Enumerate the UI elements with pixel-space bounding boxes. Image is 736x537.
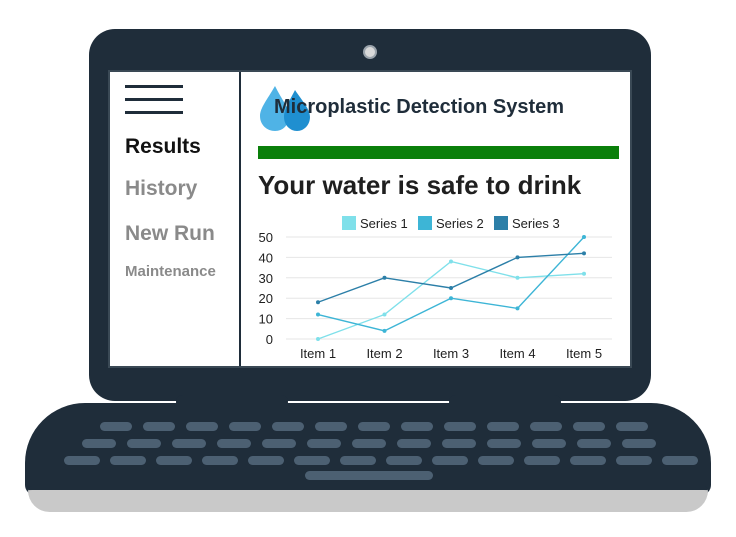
data-point bbox=[449, 296, 453, 301]
app-title: Microplastic Detection System bbox=[274, 96, 565, 118]
keyboard-key bbox=[202, 456, 238, 465]
x-tick-label: Item 5 bbox=[566, 346, 602, 361]
keyboard-key bbox=[217, 439, 251, 448]
x-tick-label: Item 1 bbox=[300, 346, 336, 361]
keyboard-key bbox=[397, 439, 431, 448]
data-point bbox=[582, 251, 586, 256]
keyboard-deck bbox=[25, 403, 711, 495]
webcam-icon bbox=[363, 45, 377, 59]
y-tick-label: 40 bbox=[259, 250, 273, 265]
data-point bbox=[316, 312, 320, 317]
data-point bbox=[515, 306, 520, 311]
keyboard-key bbox=[524, 456, 560, 465]
keyboard-key bbox=[229, 422, 261, 431]
y-tick-label: 10 bbox=[259, 312, 273, 327]
keyboard-key bbox=[172, 439, 206, 448]
y-tick-label: 20 bbox=[259, 291, 273, 306]
status-message: Your water is safe to drink bbox=[258, 170, 582, 200]
keyboard-key bbox=[100, 422, 132, 431]
sidebar-item-new-run[interactable]: New Run bbox=[125, 222, 215, 246]
legend-swatch bbox=[418, 216, 432, 230]
keyboard-key bbox=[577, 439, 611, 448]
series-line bbox=[317, 236, 585, 332]
keyboard-key bbox=[444, 422, 476, 431]
keyboard-key bbox=[294, 456, 330, 465]
keyboard-key bbox=[127, 439, 161, 448]
y-tick-label: 0 bbox=[266, 332, 273, 347]
legend-swatch bbox=[494, 216, 508, 230]
sidebar-item-maintenance[interactable]: Maintenance bbox=[125, 263, 216, 280]
data-point bbox=[515, 275, 520, 280]
results-line-chart: 50403020100 Item 1 Item 2 Item 3 Item 4 Item… bbox=[259, 216, 612, 361]
status-bar bbox=[258, 146, 619, 159]
keyboard-key bbox=[352, 439, 386, 448]
sidebar-item-history[interactable]: History bbox=[125, 177, 197, 201]
keyboard-key bbox=[340, 456, 376, 465]
keyboard-key bbox=[262, 439, 296, 448]
sidebar-item-results[interactable]: Results bbox=[125, 135, 201, 159]
keyboard-key bbox=[186, 422, 218, 431]
y-axis-ticks: 50 40 30 20 10 0 bbox=[259, 230, 273, 347]
x-tick-label: Item 4 bbox=[499, 346, 535, 361]
data-point bbox=[316, 337, 320, 341]
keyboard-key bbox=[432, 456, 468, 465]
keyboard-key bbox=[143, 422, 175, 431]
chart-legend: Series 1 Series 2 Series 3 bbox=[342, 216, 560, 231]
data-point bbox=[449, 259, 453, 264]
data-point bbox=[582, 235, 586, 239]
keyboard-key bbox=[358, 422, 390, 431]
keyboard-key bbox=[442, 439, 476, 448]
data-point bbox=[515, 255, 520, 260]
spacebar bbox=[305, 471, 433, 480]
data-point bbox=[382, 312, 387, 317]
keyboard-key bbox=[622, 439, 656, 448]
keyboard-key bbox=[156, 456, 192, 465]
x-axis-ticks: Item 1 Item 2 Item 3 Item 4 Item 5 bbox=[300, 346, 602, 361]
x-tick-label: Item 2 bbox=[366, 346, 402, 361]
keyboard-key bbox=[662, 456, 698, 465]
data-point bbox=[316, 300, 320, 305]
series-line bbox=[317, 260, 585, 340]
data-point bbox=[382, 275, 387, 280]
keyboard-key bbox=[616, 422, 648, 431]
laptop-base bbox=[28, 486, 708, 512]
y-tick-label: 30 bbox=[259, 271, 273, 286]
data-point bbox=[382, 328, 387, 333]
keyboard-key bbox=[478, 456, 514, 465]
keyboard-key bbox=[532, 439, 566, 448]
keyboard-key bbox=[530, 422, 562, 431]
keyboard-key bbox=[570, 456, 606, 465]
data-point bbox=[449, 286, 453, 290]
keyboard-key bbox=[64, 456, 100, 465]
legend-label: Series 2 bbox=[436, 216, 484, 231]
keyboard-key bbox=[386, 456, 422, 465]
keyboard-key bbox=[573, 422, 605, 431]
keyboard-key bbox=[248, 456, 284, 465]
keyboard-key bbox=[272, 422, 304, 431]
menu-icon[interactable] bbox=[120, 80, 190, 120]
keyboard-key bbox=[487, 439, 521, 448]
keyboard-key bbox=[82, 439, 116, 448]
data-point bbox=[582, 271, 586, 276]
keyboard-key bbox=[616, 456, 652, 465]
keyboard-key bbox=[487, 422, 519, 431]
keyboard-key bbox=[110, 456, 146, 465]
legend-label: Series 3 bbox=[512, 216, 560, 231]
x-tick-label: Item 3 bbox=[433, 346, 469, 361]
y-tick-label: 50 bbox=[259, 230, 273, 245]
keyboard-key bbox=[307, 439, 341, 448]
legend-label: Series 1 bbox=[360, 216, 408, 231]
keyboard-key bbox=[315, 422, 347, 431]
legend-swatch bbox=[342, 216, 356, 230]
keyboard-key bbox=[401, 422, 433, 431]
